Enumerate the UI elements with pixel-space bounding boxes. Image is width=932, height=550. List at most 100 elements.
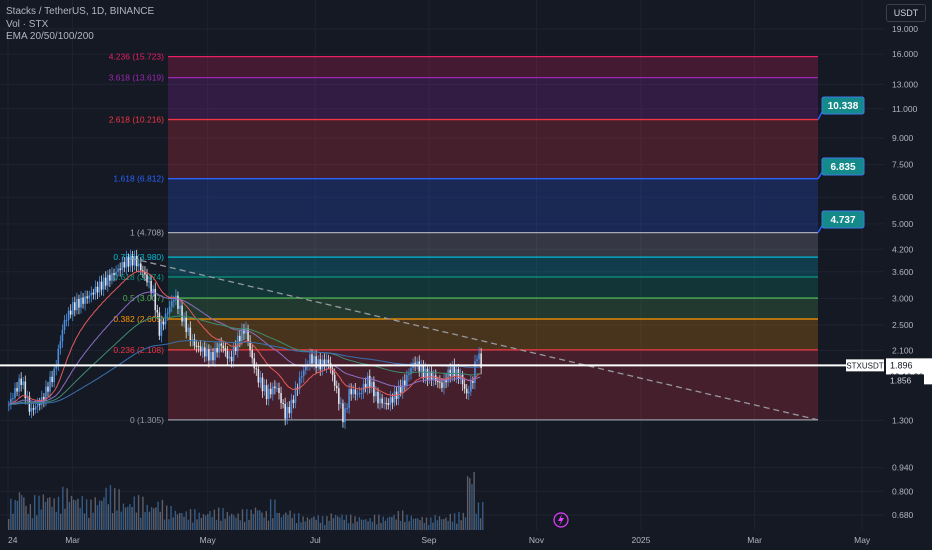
time-tick: Mar xyxy=(65,535,80,545)
candle-body xyxy=(278,387,280,394)
volume-bar xyxy=(98,500,101,530)
candle-body xyxy=(20,378,22,385)
volume-bar xyxy=(278,512,280,530)
volume-bar xyxy=(12,513,14,530)
candle-body xyxy=(441,382,443,388)
fib-zone xyxy=(168,349,818,420)
volume-bar xyxy=(66,488,68,530)
candle-body xyxy=(14,388,16,399)
candle-body xyxy=(406,374,408,386)
candle-body xyxy=(179,305,181,309)
volume-bar xyxy=(469,478,471,530)
volume-bar xyxy=(239,520,242,530)
volume-bar xyxy=(304,521,306,530)
candle-body xyxy=(53,368,55,383)
volume-bar xyxy=(269,499,272,530)
candle-body xyxy=(185,317,187,332)
volume-bar xyxy=(350,514,352,530)
candle-body xyxy=(104,277,107,286)
candle-body xyxy=(218,343,220,353)
volume-bar xyxy=(365,519,367,530)
fib-label: 1.618 (6.812) xyxy=(113,174,164,184)
candle-body xyxy=(100,281,103,290)
fib-label: 0 (1.305) xyxy=(130,415,164,425)
candle-body xyxy=(127,257,130,267)
volume-bar xyxy=(276,513,278,530)
price-chart[interactable]: 0 (1.305)0.236 (2.108)0.382 (2.605)0.5 (… xyxy=(0,0,932,550)
volume-bar xyxy=(129,504,131,530)
volume-bar xyxy=(417,518,419,530)
fib-label: 4.236 (15.723) xyxy=(109,52,164,62)
volume-bar xyxy=(192,522,194,530)
candle-body xyxy=(210,352,212,361)
volume-bar xyxy=(77,498,79,530)
volume-bar xyxy=(105,487,107,530)
candle-body xyxy=(373,381,375,397)
ref-price-value: 1.856 xyxy=(890,375,912,385)
candle-body xyxy=(148,281,150,283)
volume-bar xyxy=(456,523,458,530)
volume-bar xyxy=(124,507,127,530)
volume-bar xyxy=(122,503,125,530)
candle-body xyxy=(257,369,260,383)
volume-bar xyxy=(241,509,244,530)
candle-body xyxy=(154,288,157,311)
volume-bar xyxy=(161,499,164,530)
volume-bar xyxy=(196,519,198,530)
candle-body xyxy=(313,356,315,364)
volume-bar xyxy=(101,500,103,530)
volume-bar xyxy=(252,513,255,530)
volume-bar xyxy=(79,507,81,530)
volume-bar xyxy=(142,496,144,530)
volume-bar xyxy=(449,513,452,530)
volume-bar xyxy=(68,501,71,530)
candle-body xyxy=(317,359,319,368)
candle-body xyxy=(368,375,371,388)
volume-bar xyxy=(330,513,332,530)
price-tick: 7.500 xyxy=(892,160,914,170)
symbol-label: STXUSDT xyxy=(846,361,883,370)
volume-bar xyxy=(376,524,378,530)
candle-body xyxy=(437,381,439,383)
price-tick: 6.000 xyxy=(892,192,914,202)
candle-body xyxy=(465,388,468,394)
candle-body xyxy=(57,348,60,367)
volume-bar xyxy=(306,517,309,530)
candle-body xyxy=(426,368,429,380)
target-value: 10.338 xyxy=(828,101,859,112)
candle-body xyxy=(457,369,460,379)
volume-bar xyxy=(324,524,326,530)
candle-body xyxy=(265,385,268,400)
time-tick: Jul xyxy=(310,535,321,545)
volume-bar xyxy=(438,516,441,530)
volume-bar xyxy=(367,521,369,530)
volume-bar xyxy=(135,512,138,530)
volume-bar xyxy=(176,514,179,530)
volume-bar xyxy=(295,523,298,530)
currency-button[interactable]: USDT xyxy=(886,4,926,22)
volume-bar xyxy=(423,522,426,530)
candle-body xyxy=(80,297,82,308)
candle-body xyxy=(109,274,111,281)
price-tick: 0.680 xyxy=(892,510,914,520)
candle-body xyxy=(467,391,470,394)
candle-body xyxy=(447,369,449,383)
candle-body xyxy=(418,361,421,372)
volume-bar xyxy=(280,517,283,530)
fib-zone xyxy=(168,232,818,258)
volume-bar xyxy=(163,519,166,530)
last-price-value: 1.896 xyxy=(890,360,913,370)
candle-body xyxy=(166,312,169,314)
candle-body xyxy=(82,297,84,304)
fib-label: 2.618 (10.216) xyxy=(109,115,164,125)
fib-zone xyxy=(168,119,818,179)
volume-bar xyxy=(404,522,406,530)
candle-body xyxy=(280,393,282,403)
candle-body xyxy=(224,348,227,351)
candle-body xyxy=(177,295,179,309)
volume-bar xyxy=(419,520,421,530)
volume-bar xyxy=(103,497,105,530)
volume-bar xyxy=(410,515,413,530)
volume-bar xyxy=(397,510,400,530)
candle-body xyxy=(232,346,235,362)
